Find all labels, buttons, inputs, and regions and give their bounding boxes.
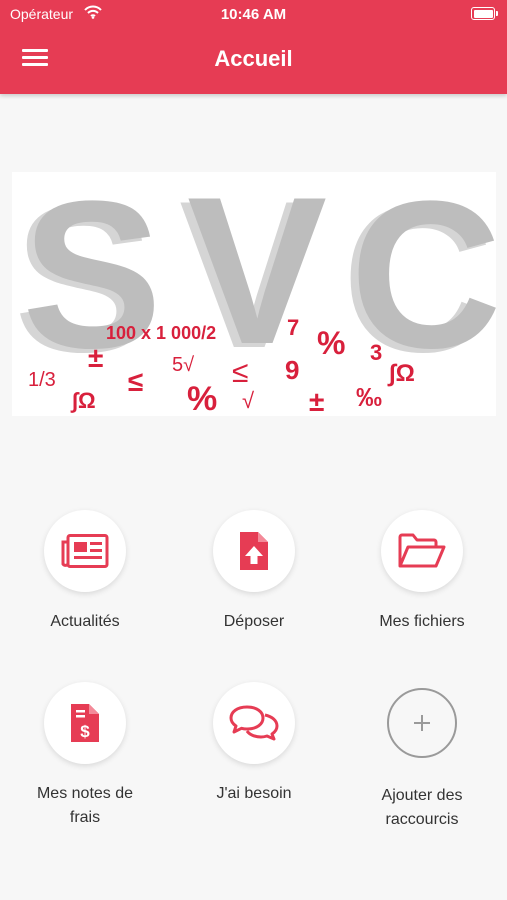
logo-symbol: 7 [287,315,300,340]
logo-symbol: % [317,325,346,361]
shortcut-jai-besoin[interactable]: J'ai besoin [170,682,338,806]
shortcut-label: J'ai besoin [216,785,292,802]
logo-symbol: ± [309,386,325,416]
logo-symbol: ∫Ω [72,388,96,413]
app-header: Opérateur 10:46 AM Accueil [0,0,507,94]
shortcut-mes-fichiers[interactable]: Mes fichiers [338,510,506,634]
svg-text:$: $ [80,722,90,741]
shortcut-label: Actualités [50,613,120,630]
clock: 10:46 AM [220,6,287,23]
folder-open-icon [398,533,446,568]
plus-icon [414,715,430,731]
newspaper-icon [61,534,109,568]
shortcut-label: Mes fichiers [379,613,465,630]
logo-symbol: ≤ [232,356,249,389]
logo-symbol: √ [242,388,255,413]
logo-symbol: 3 [370,340,383,365]
logo-symbol: ≤ [128,366,144,397]
logo-symbol: % [187,380,218,416]
status-bar: Opérateur 10:46 AM [0,0,507,28]
logo-symbol: ‰ [356,382,382,412]
logo-symbol: ± [88,342,104,373]
svc-logo-banner: S V C 100 x 1 000/2 7 % 3 ± 5√ 9 ∫Ω 1/3 … [12,172,496,416]
file-upload-icon [240,532,268,570]
logo-symbol: 1/3 [28,369,56,391]
logo-symbol: 9 [285,355,300,385]
logo-symbol: 5√ [172,354,195,376]
shortcut-actualites[interactable]: Actualités [1,510,169,634]
shortcut-mes-notes-de-frais[interactable]: $ Mes notes de frais [1,682,169,830]
shortcut-label: Ajouter des raccourcis [381,787,463,828]
shortcut-label: Déposer [223,613,285,630]
battery-icon [471,7,498,20]
logo-letter-v: V [187,172,328,388]
logo-symbol: 100 x 1 000/2 [106,323,217,343]
invoice-dollar-icon: $ [71,704,99,742]
shortcut-label: Mes notes de frais [36,785,134,826]
shortcut-deposer[interactable]: Déposer [170,510,338,634]
chat-bubbles-icon [229,705,279,741]
shortcut-ajouter-des-raccourcis[interactable]: Ajouter des raccourcis [338,682,506,832]
logo-symbol: ∫Ω [389,360,415,387]
page-title: Accueil [214,46,293,71]
